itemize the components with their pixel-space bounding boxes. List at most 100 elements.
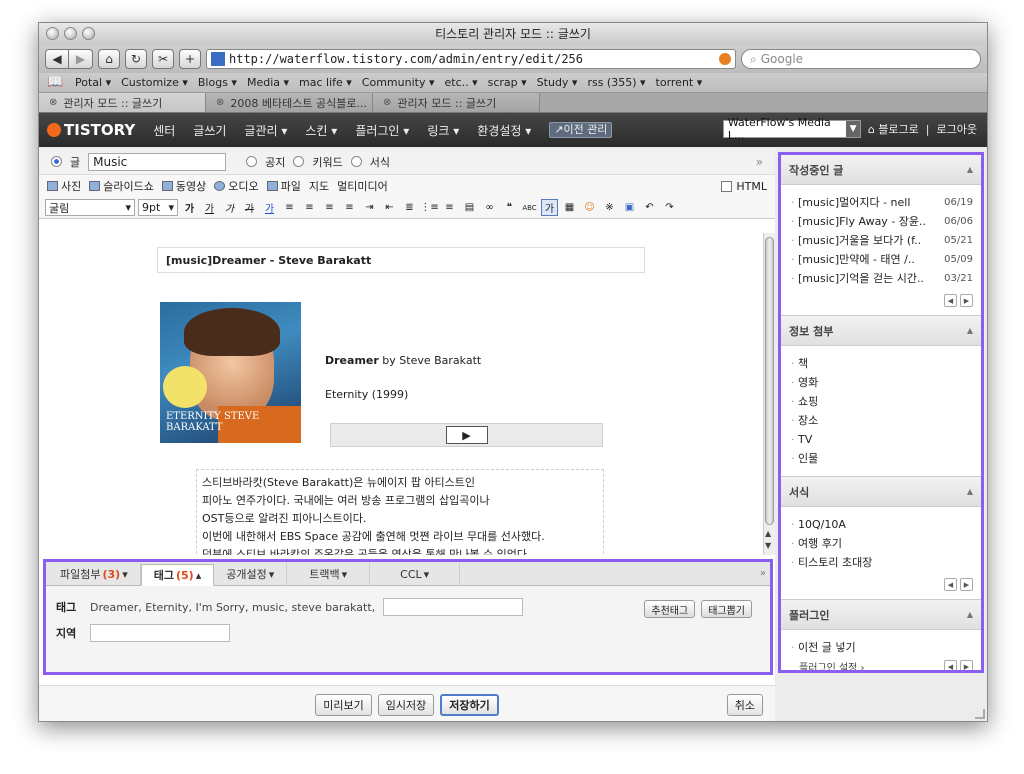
bookmark-folder[interactable]: rss (355) ▾	[587, 76, 645, 89]
align-left-button[interactable]: ≡	[281, 199, 298, 216]
logout-link[interactable]: 로그아웃	[937, 121, 977, 137]
nav-links[interactable]: 링크 ▾	[427, 122, 459, 139]
blog-select[interactable]: WaterFlow's Media L... ▼	[722, 116, 861, 142]
reload-button[interactable]: ↻	[125, 49, 147, 69]
rss-icon[interactable]	[719, 53, 731, 65]
prev-page-icon[interactable]: ◀	[944, 578, 957, 591]
prev-page-icon[interactable]: ◀	[944, 660, 957, 670]
list-button[interactable]: ⋮≡	[420, 199, 438, 216]
nav-skin[interactable]: 스킨 ▾	[305, 122, 337, 139]
tab-tags[interactable]: 태그 (5) ▴	[140, 564, 215, 586]
tab-ccl[interactable]: CCL ▾	[370, 563, 461, 585]
bookmark-folder[interactable]: Media ▾	[247, 76, 289, 89]
to-blog-link[interactable]: ⌂ 블로그로	[868, 121, 919, 137]
bold-button[interactable]: 가	[181, 199, 198, 216]
temp-save-button[interactable]: 임시저장	[377, 693, 435, 716]
tag-input[interactable]	[383, 598, 524, 616]
insert-audio-button[interactable]: 오디오	[214, 178, 259, 194]
scroll-down-icon[interactable]: ▼	[765, 541, 771, 550]
quote-icon[interactable]: ❝	[501, 199, 518, 216]
insert-map-button[interactable]: 지도	[309, 178, 329, 194]
add-bookmark-button[interactable]: +	[179, 49, 201, 69]
save-button[interactable]: 저장하기	[440, 693, 499, 716]
insert-video-button[interactable]: 동영상	[161, 178, 206, 194]
strikethrough-button[interactable]: 가	[241, 199, 258, 216]
resize-handle[interactable]	[975, 709, 985, 719]
box-button[interactable]: ▤	[461, 199, 478, 216]
bookmark-folder[interactable]: Customize ▾	[121, 76, 188, 89]
tab-attachments[interactable]: 파일첨부 (3) ▾	[48, 563, 141, 585]
bookmark-folder[interactable]: scrap ▾	[488, 76, 527, 89]
info-item-tv[interactable]: TV	[791, 430, 973, 449]
bookmark-folder[interactable]: Community ▾	[362, 76, 435, 89]
collapse-panel-icon[interactable]: »	[760, 568, 766, 579]
info-item-place[interactable]: 장소	[791, 411, 973, 430]
line-height-button[interactable]: ≣	[401, 199, 418, 216]
justify-button[interactable]: ≡	[341, 199, 358, 216]
zoom-window-button[interactable]	[82, 27, 95, 40]
previous-admin-button[interactable]: ↗이전 관리	[549, 122, 613, 138]
undo-icon[interactable]: ↶	[641, 199, 658, 216]
draft-item[interactable]: [music]기억을 걷는 시간..03/21	[791, 269, 973, 288]
info-item-person[interactable]: 인물	[791, 449, 973, 468]
expand-editor-icon[interactable]: »	[756, 155, 763, 169]
insert-slideshow-button[interactable]: 슬라이드쇼	[89, 178, 154, 194]
align-center-button[interactable]: ≡	[301, 199, 318, 216]
spellcheck-icon[interactable]: ABC	[521, 199, 538, 216]
more-icon[interactable]: ▣	[621, 199, 638, 216]
hangul-icon[interactable]: 가	[541, 199, 558, 216]
tab-trackback[interactable]: 트랙백 ▾	[287, 563, 371, 585]
plugin-item[interactable]: 이전 글 넣기	[791, 638, 973, 657]
outdent-button[interactable]: ⇤	[381, 199, 398, 216]
font-color-button[interactable]: 가	[261, 199, 278, 216]
collapse-icon[interactable]: ▲	[967, 326, 973, 335]
type-post-radio[interactable]	[51, 156, 62, 167]
italic-button[interactable]: 가	[221, 199, 238, 216]
font-size-select[interactable]: 9pt ▾	[138, 199, 178, 216]
nav-settings[interactable]: 환경설정 ▾	[477, 122, 531, 139]
post-body[interactable]: 스티브바라캇(Steve Barakatt)은 뉴에이지 팝 아티스트인 피아노…	[196, 469, 604, 555]
category-input[interactable]: Music	[88, 152, 227, 171]
bookmark-folder[interactable]: etc.. ▾	[444, 76, 477, 89]
browser-tab[interactable]: ⊗ 관리자 모드 :: 글쓰기	[373, 93, 540, 112]
table-icon[interactable]: ▦	[561, 199, 578, 216]
form-item[interactable]: 여행 후기	[791, 534, 973, 553]
recommend-tag-button[interactable]: 추천태그	[644, 600, 696, 618]
bookmark-folder[interactable]: mac life ▾	[299, 76, 352, 89]
redo-icon[interactable]: ↷	[661, 199, 678, 216]
draft-item[interactable]: [music]멀어지다 - nell06/19	[791, 193, 973, 212]
info-item-movie[interactable]: 영화	[791, 373, 973, 392]
draft-item[interactable]: [music]Fly Away - 장윤..06/06	[791, 212, 973, 231]
browser-tab[interactable]: ⊗ 관리자 모드 :: 글쓰기	[39, 93, 206, 112]
html-checkbox[interactable]	[721, 180, 733, 192]
snippet-button[interactable]: ✂	[152, 49, 174, 69]
browser-tab[interactable]: ⊗ 2008 베타테스트 공식블로...	[206, 93, 373, 112]
type-keyword-radio[interactable]	[293, 156, 305, 167]
emoticon-icon[interactable]: ☺	[581, 199, 598, 216]
bookmark-folder[interactable]: Potal ▾	[75, 76, 111, 89]
form-item[interactable]: 티스토리 초대장	[791, 553, 973, 572]
preview-button[interactable]: 미리보기	[315, 693, 372, 716]
next-page-icon[interactable]: ▶	[960, 578, 973, 591]
type-form-radio[interactable]	[350, 156, 362, 167]
draft-item[interactable]: [music]거울을 보다가 (f..05/21	[791, 231, 973, 250]
align-right-button[interactable]: ≡	[321, 199, 338, 216]
close-tab-icon[interactable]: ⊗	[216, 97, 224, 108]
tab-visibility[interactable]: 공개설정 ▾	[214, 563, 288, 585]
nav-write[interactable]: 글쓰기	[193, 122, 226, 139]
font-family-select[interactable]: 굴림 ▾	[45, 199, 135, 216]
post-title-field[interactable]: [music]Dreamer - Steve Barakatt	[157, 247, 645, 273]
underline-button[interactable]: 가	[201, 199, 218, 216]
next-page-icon[interactable]: ▶	[960, 294, 973, 307]
scroll-up-icon[interactable]: ▲	[765, 529, 771, 538]
forward-button[interactable]: ▶	[69, 49, 93, 69]
form-item[interactable]: 10Q/10A	[791, 515, 973, 534]
prev-page-icon[interactable]: ◀	[944, 294, 957, 307]
insert-file-button[interactable]: 파일	[266, 178, 301, 194]
collapse-icon[interactable]: ▲	[967, 165, 973, 174]
divider-button[interactable]: ≡	[441, 199, 458, 216]
type-notice-radio[interactable]	[246, 156, 258, 167]
bookmark-folder[interactable]: Study ▾	[537, 76, 578, 89]
link-icon[interactable]: ∞	[481, 199, 498, 216]
scrollbar-thumb[interactable]	[765, 237, 774, 525]
